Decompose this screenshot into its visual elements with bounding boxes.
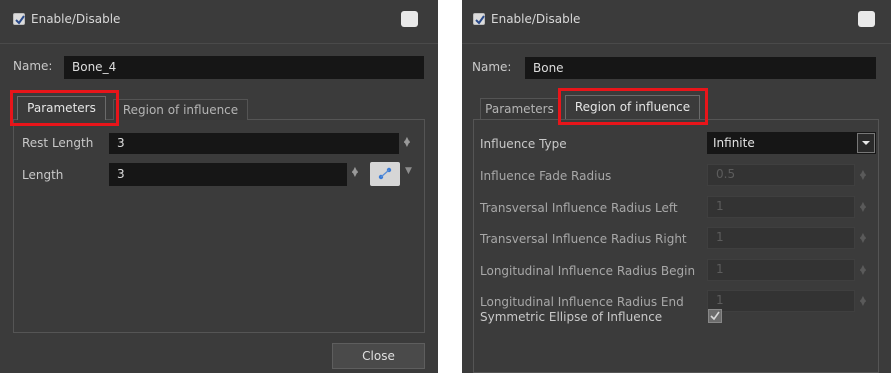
rest-length-field[interactable]: 3 xyxy=(109,133,399,154)
tab-parameters[interactable]: Parameters xyxy=(480,98,559,119)
check-icon xyxy=(475,15,485,25)
divider xyxy=(0,43,438,44)
up-down-arrows-icon[interactable]: ▲ ▼ xyxy=(402,136,412,148)
enable-label: Enable/Disable xyxy=(491,12,581,26)
name-field[interactable]: Bone xyxy=(525,57,876,79)
enable-checkbox[interactable] xyxy=(473,13,485,25)
bone-properties-dialog-left: Enable/Disable Name: Bone_4 Parameters R… xyxy=(0,0,438,373)
transversal-left-label: Transversal Influence Radius Left xyxy=(480,201,678,215)
name-label: Name: xyxy=(472,60,512,74)
enable-label: Enable/Disable xyxy=(31,12,121,26)
transversal-right-label: Transversal Influence Radius Right xyxy=(480,232,687,246)
longitudinal-begin-label: Longitudinal Influence Radius Begin xyxy=(480,264,696,278)
color-swatch[interactable] xyxy=(401,11,418,27)
length-label: Length xyxy=(22,168,64,182)
close-button[interactable]: Close xyxy=(332,343,425,369)
influence-type-value: Infinite xyxy=(713,136,755,150)
up-down-arrows-icon[interactable]: ▲ ▼ xyxy=(350,166,360,178)
transversal-right-field: 1 xyxy=(707,227,855,249)
influence-type-label: Influence Type xyxy=(480,137,567,151)
chevron-down-icon[interactable]: ▼ xyxy=(405,166,412,176)
bone-tool-icon xyxy=(378,167,392,180)
divider xyxy=(462,43,891,44)
name-field[interactable]: Bone_4 xyxy=(64,56,424,79)
up-down-arrows-icon: ▲ ▼ xyxy=(859,200,867,213)
influence-fade-radius-label: Influence Fade Radius xyxy=(480,169,612,183)
check-icon xyxy=(710,311,720,321)
symmetric-ellipse-checkbox[interactable] xyxy=(708,309,722,323)
longitudinal-end-label: Longitudinal Influence Radius End xyxy=(480,295,684,309)
bone-properties-dialog-right: Enable/Disable Name: Bone Parameters Reg… xyxy=(462,0,891,373)
enable-checkbox[interactable] xyxy=(13,13,25,25)
symmetric-ellipse-label: Symmetric Ellipse of Influence xyxy=(480,310,663,324)
longitudinal-begin-field: 1 xyxy=(707,259,855,281)
bone-tool-button[interactable] xyxy=(370,162,400,186)
length-field[interactable]: 3 xyxy=(109,163,347,186)
tab-region-of-influence[interactable]: Region of influence xyxy=(113,99,248,120)
up-down-arrows-icon: ▲ ▼ xyxy=(859,294,867,307)
highlight-box xyxy=(558,88,708,125)
check-icon xyxy=(15,15,25,25)
up-down-arrows-icon: ▲ ▼ xyxy=(859,231,867,244)
up-down-arrows-icon: ▲ ▼ xyxy=(859,168,867,181)
influence-type-dropdown[interactable]: Infinite xyxy=(707,132,876,154)
name-label: Name: xyxy=(13,59,53,73)
longitudinal-end-field: 1 xyxy=(707,290,855,312)
highlight-box xyxy=(10,90,119,126)
influence-fade-radius-field: 0.5 xyxy=(707,164,855,186)
rest-length-label: Rest Length xyxy=(22,136,94,150)
transversal-left-field: 1 xyxy=(707,196,855,218)
chevron-down-icon[interactable] xyxy=(857,133,875,153)
color-swatch[interactable] xyxy=(858,11,875,27)
up-down-arrows-icon: ▲ ▼ xyxy=(859,263,867,276)
